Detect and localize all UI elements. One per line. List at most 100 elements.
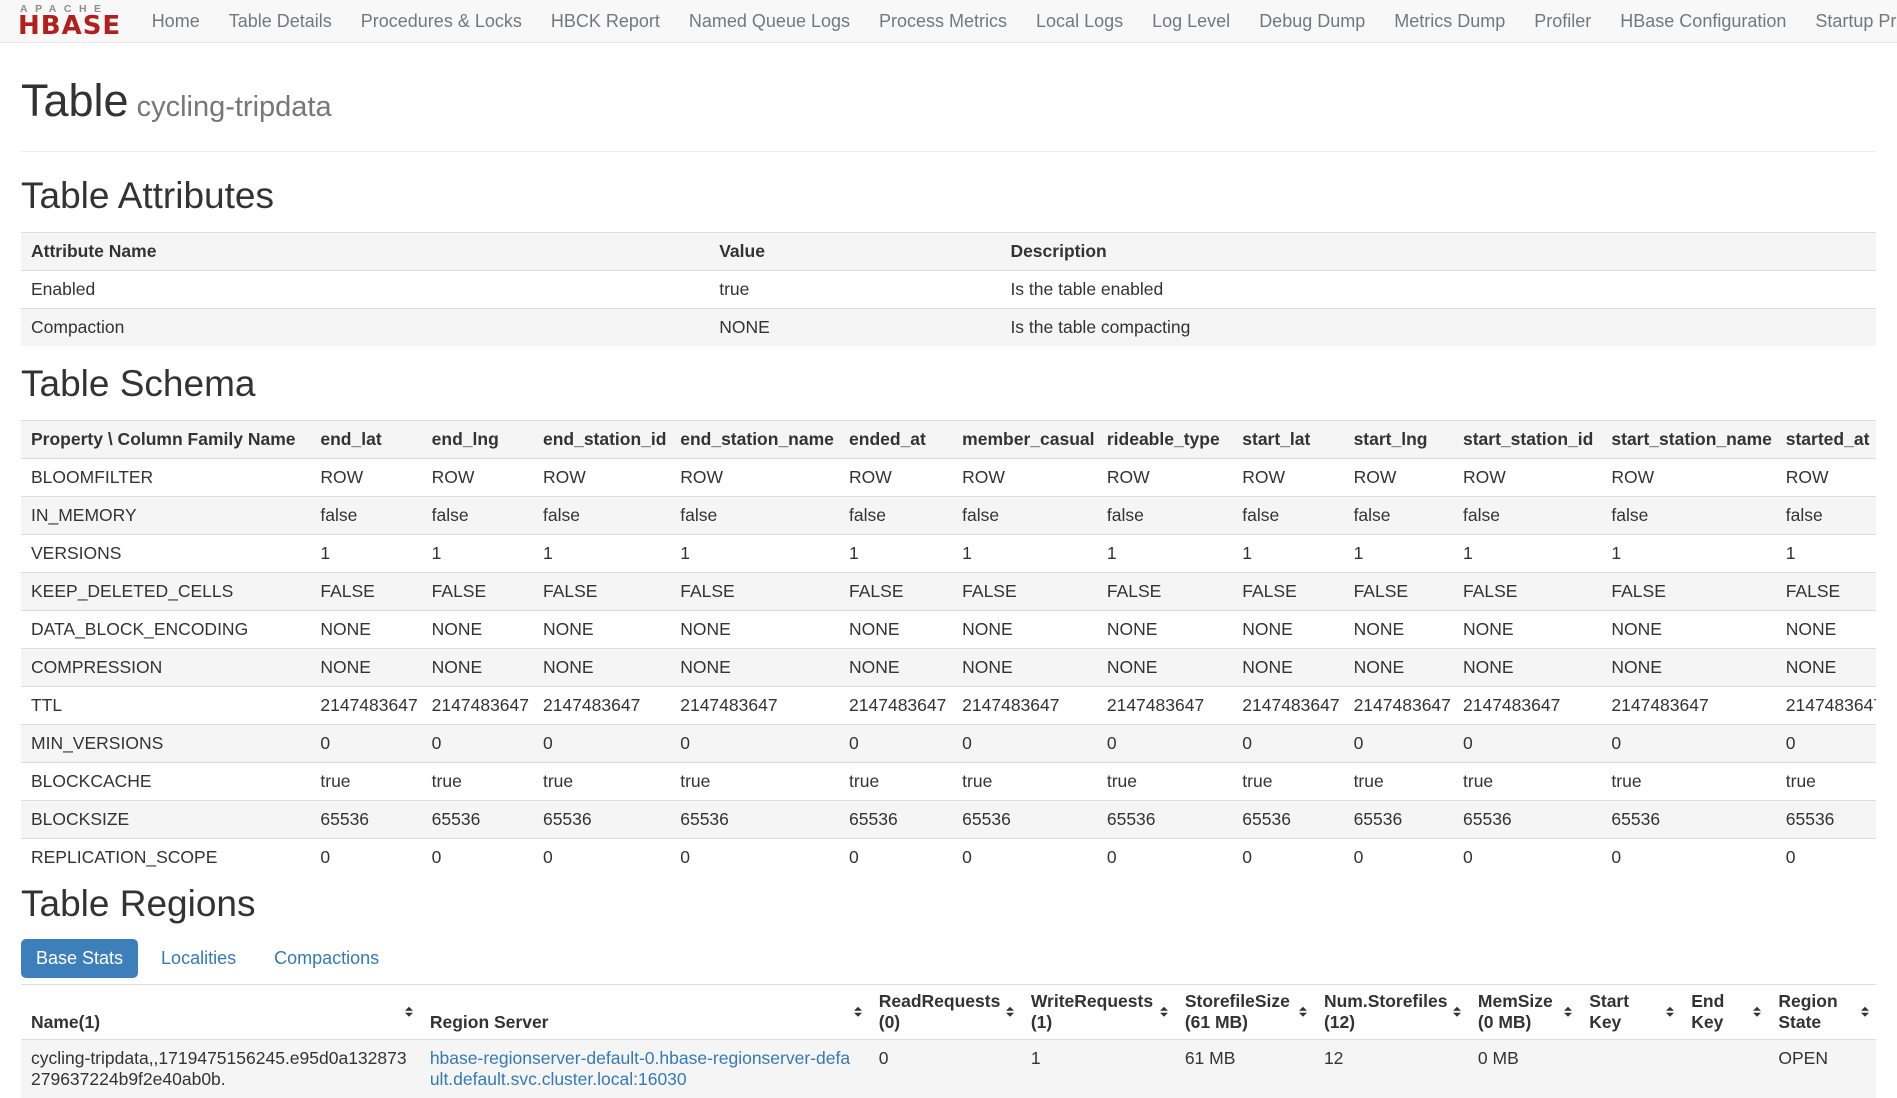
schema-value-cell: 65536 (670, 800, 839, 838)
schema-value-cell: NONE (1776, 648, 1876, 686)
sort-down-arrow (1006, 1013, 1014, 1017)
schema-row: REPLICATION_SCOPE000000000000 (21, 838, 1876, 876)
nav-item-local-logs[interactable]: Local Logs (1022, 0, 1138, 42)
schema-value-cell: NONE (533, 610, 670, 648)
nav-item-debug-dump[interactable]: Debug Dump (1245, 0, 1380, 42)
regions-column-header-region-server[interactable]: Region Server (420, 984, 869, 1039)
schema-value-cell: 2147483647 (1097, 686, 1232, 724)
regions-column-label: StorefileSize (61 MB) (1185, 991, 1290, 1032)
nav-item-metrics-dump[interactable]: Metrics Dump (1380, 0, 1520, 42)
schema-value-cell: ROW (952, 458, 1097, 496)
attributes-column-header: Attribute Name (21, 233, 709, 271)
schema-table-body: Property \ Column Family Nameend_latend_… (21, 420, 1876, 876)
nav-item-table-details[interactable]: Table Details (214, 0, 346, 42)
schema-value-cell: FALSE (422, 572, 533, 610)
sort-up-arrow (1564, 1006, 1572, 1010)
schema-value-cell: 1 (1776, 534, 1876, 572)
schema-value-cell: false (1097, 496, 1232, 534)
schema-family-header: end_station_id (533, 420, 670, 458)
schema-value-cell: ROW (1097, 458, 1232, 496)
nav-item-home[interactable]: Home (137, 0, 214, 42)
schema-value-cell: FALSE (1601, 572, 1775, 610)
page-header: Tablecycling-tripdata (21, 76, 1876, 152)
nav-item-profiler[interactable]: Profiler (1520, 0, 1606, 42)
regions-heading: Table Regions (21, 884, 1876, 925)
schema-value-cell: NONE (1601, 648, 1775, 686)
nav-item-named-queue-logs[interactable]: Named Queue Logs (674, 0, 864, 42)
nav-item-procedures-locks[interactable]: Procedures & Locks (346, 0, 536, 42)
schema-value-cell: FALSE (310, 572, 421, 610)
nav-item-log-level[interactable]: Log Level (1138, 0, 1245, 42)
schema-value-cell: NONE (1097, 648, 1232, 686)
schema-value-cell: ROW (310, 458, 421, 496)
schema-value-cell: 65536 (310, 800, 421, 838)
schema-property-cell: TTL (21, 686, 310, 724)
regions-column-header-num-storefiles-12-[interactable]: Num.Storefiles (12) (1314, 984, 1468, 1039)
schema-property-cell: VERSIONS (21, 534, 310, 572)
regions-column-header-region-state[interactable]: Region State (1768, 984, 1876, 1039)
regions-column-header-writerequests-1-[interactable]: WriteRequests (1) (1021, 984, 1175, 1039)
regions-column-header-readrequests-0-[interactable]: ReadRequests (0) (869, 984, 1021, 1039)
tab-localities[interactable]: Localities (146, 939, 251, 978)
sort-icon (1299, 1006, 1307, 1017)
schema-value-cell: 0 (310, 724, 421, 762)
schema-value-cell: true (1453, 762, 1601, 800)
nav-item-process-metrics[interactable]: Process Metrics (865, 0, 1022, 42)
sort-down-arrow (1564, 1013, 1572, 1017)
sort-icon (1564, 1006, 1572, 1017)
tab-compactions[interactable]: Compactions (259, 939, 394, 978)
schema-value-cell: 1 (1232, 534, 1343, 572)
schema-value-cell: ROW (670, 458, 839, 496)
regions-column-header-start-key[interactable]: Start Key (1579, 984, 1681, 1039)
regions-column-header-storefilesize-61-mb-[interactable]: StorefileSize (61 MB) (1175, 984, 1314, 1039)
schema-value-cell: FALSE (1097, 572, 1232, 610)
regions-column-header-memsize-0-mb-[interactable]: MemSize (0 MB) (1468, 984, 1579, 1039)
hbase-logo[interactable]: APACHE HBASE (18, 4, 121, 38)
regions-column-label: ReadRequests (0) (879, 991, 1001, 1032)
sort-up-arrow (1006, 1006, 1014, 1010)
schema-value-cell: 0 (839, 838, 952, 876)
schema-property-cell: KEEP_DELETED_CELLS (21, 572, 310, 610)
attributes-header-row: Attribute NameValueDescription (21, 233, 1876, 271)
schema-value-cell: 0 (1232, 838, 1343, 876)
schema-row: KEEP_DELETED_CELLSFALSEFALSEFALSEFALSEFA… (21, 572, 1876, 610)
regions-column-header-end-key[interactable]: End Key (1681, 984, 1768, 1039)
schema-value-cell: 0 (952, 838, 1097, 876)
nav-item-hbase-configuration[interactable]: HBase Configuration (1606, 0, 1801, 42)
hbase-logo-hbase-text: HBASE (18, 15, 121, 38)
schema-value-cell: false (422, 496, 533, 534)
schema-value-cell: 1 (1453, 534, 1601, 572)
sort-icon (1006, 1006, 1014, 1017)
schema-value-cell: 0 (1232, 724, 1343, 762)
sort-icon (1753, 1006, 1761, 1017)
schema-value-cell: FALSE (670, 572, 839, 610)
schema-row: BLOOMFILTERROWROWROWROWROWROWROWROWROWRO… (21, 458, 1876, 496)
schema-value-cell: 65536 (1453, 800, 1601, 838)
regions-column-label: Name(1) (31, 1012, 100, 1032)
sort-down-arrow (405, 1013, 413, 1017)
region-server-link[interactable]: hbase-regionserver-default-0.hbase-regio… (430, 1048, 850, 1089)
schema-value-cell: false (1232, 496, 1343, 534)
schema-row: VERSIONS111111111111 (21, 534, 1876, 572)
region-read-requests-cell: 0 (869, 1039, 1021, 1098)
schema-value-cell: 0 (670, 724, 839, 762)
nav-item-hbck-report[interactable]: HBCK Report (536, 0, 674, 42)
schema-value-cell: false (952, 496, 1097, 534)
sort-up-arrow (1160, 1006, 1168, 1010)
schema-value-cell: FALSE (1232, 572, 1343, 610)
schema-value-cell: true (1601, 762, 1775, 800)
tab-base-stats[interactable]: Base Stats (21, 939, 138, 978)
schema-value-cell: 1 (422, 534, 533, 572)
schema-family-header: ended_at (839, 420, 952, 458)
schema-value-cell: false (1344, 496, 1453, 534)
sort-up-arrow (1666, 1006, 1674, 1010)
attributes-table: Attribute NameValueDescriptionEnabledtru… (21, 232, 1876, 346)
nav-item-startup-progress[interactable]: Startup Progress (1801, 0, 1897, 42)
schema-value-cell: FALSE (952, 572, 1097, 610)
regions-column-header-name-1-[interactable]: Name(1) (21, 984, 420, 1039)
schema-value-cell: NONE (952, 648, 1097, 686)
schema-value-cell: NONE (533, 648, 670, 686)
schema-value-cell: ROW (533, 458, 670, 496)
sort-up-arrow (405, 1006, 413, 1010)
schema-value-cell: 2147483647 (839, 686, 952, 724)
